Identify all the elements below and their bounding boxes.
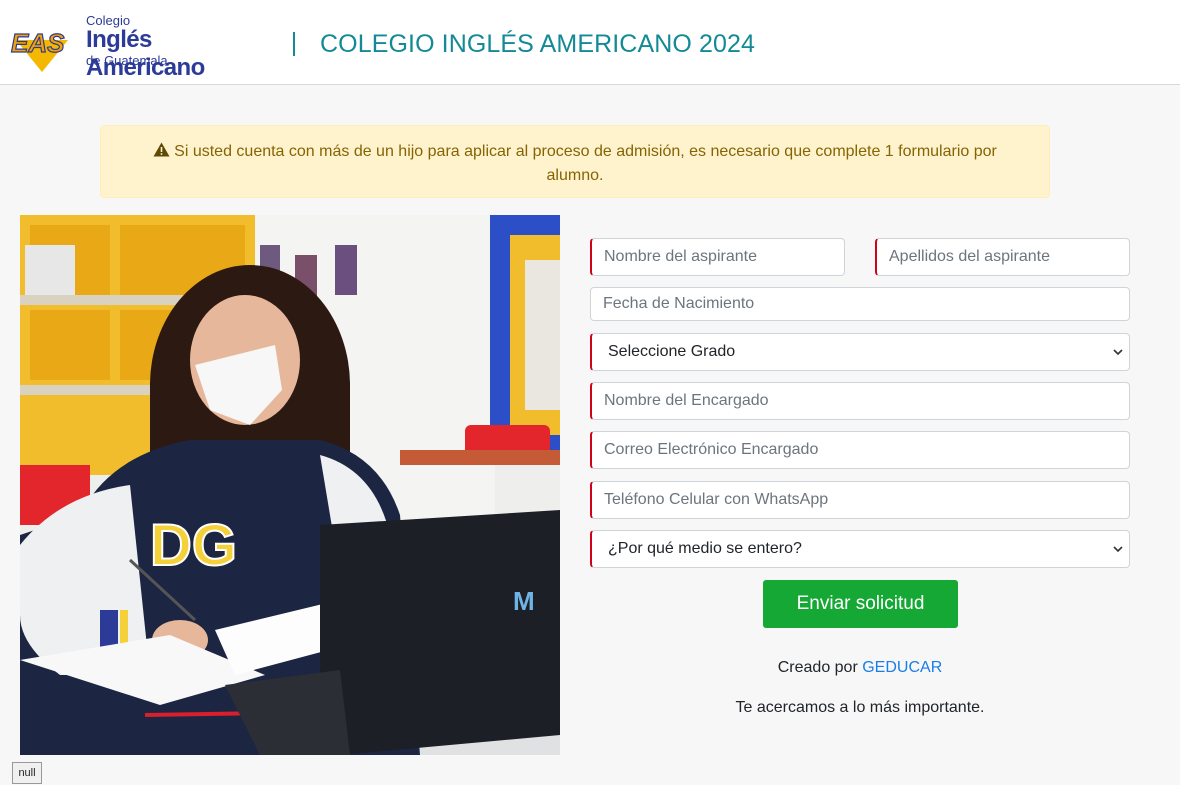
grade-select-value: Seleccione Grado — [608, 343, 736, 360]
student-illustration: DG M — [20, 215, 560, 755]
source-select-value: ¿Por qué medio se entero? — [608, 540, 802, 557]
whatsapp-phone-input[interactable]: Teléfono Celular con WhatsApp — [590, 481, 1130, 519]
site-header: EAS Colegio Inglés Americano de Guatemal… — [0, 0, 1180, 85]
last-name-placeholder: Apellidos del aspirante — [889, 248, 1050, 265]
credit-line: Creado por GEDUCAR — [590, 659, 1130, 677]
eas-logo-icon: EAS — [10, 27, 68, 72]
admission-alert: Si usted cuenta con más de un hijo para … — [100, 125, 1050, 198]
birthdate-placeholder: Fecha de Nacimiento — [603, 295, 755, 312]
warning-icon — [153, 142, 170, 157]
source-select[interactable]: ¿Por qué medio se entero? — [590, 530, 1130, 568]
svg-text:DG: DG — [150, 513, 237, 578]
logo-text-location: de Guatemala — [86, 53, 168, 68]
svg-text:EAS: EAS — [11, 28, 65, 58]
submit-button[interactable]: Enviar solicitud — [763, 580, 958, 628]
svg-text:M: M — [513, 586, 535, 616]
debug-badge: null — [12, 762, 42, 784]
first-name-input[interactable]: Nombre del aspirante — [590, 238, 845, 276]
guardian-name-input[interactable]: Nombre del Encargado — [590, 382, 1130, 420]
school-logo[interactable]: EAS Colegio Inglés Americano de Guatemal… — [10, 12, 272, 81]
credit-prefix: Creado por — [777, 659, 858, 676]
tagline: Te acercamos a lo más importante. — [735, 699, 985, 716]
header-divider — [293, 32, 295, 56]
grade-select[interactable]: Seleccione Grado — [590, 333, 1130, 371]
first-name-placeholder: Nombre del aspirante — [604, 248, 757, 265]
guardian-name-placeholder: Nombre del Encargado — [604, 392, 769, 409]
guardian-email-input[interactable]: Correo Electrónico Encargado — [590, 431, 1130, 469]
chevron-down-icon — [1113, 546, 1123, 553]
last-name-input[interactable]: Apellidos del aspirante — [875, 238, 1130, 276]
guardian-email-placeholder: Correo Electrónico Encargado — [604, 441, 819, 458]
birthdate-input[interactable]: Fecha de Nacimiento — [590, 287, 1130, 321]
geducar-link[interactable]: GEDUCAR — [862, 659, 942, 676]
alert-text: Si usted cuenta con más de un hijo para … — [174, 143, 997, 184]
chevron-down-icon — [1113, 349, 1123, 356]
whatsapp-phone-placeholder: Teléfono Celular con WhatsApp — [604, 491, 829, 508]
page-title: COLEGIO INGLÉS AMERICANO 2024 — [320, 30, 755, 58]
student-photo: DG M — [20, 215, 560, 755]
